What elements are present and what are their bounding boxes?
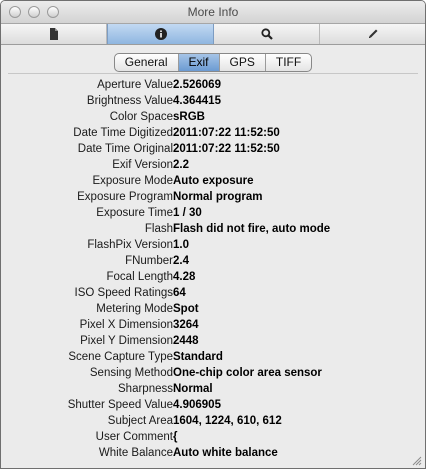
exif-row-value: Normal <box>173 383 213 395</box>
exif-row-value: One-chip color area sensor <box>173 367 322 379</box>
exif-row: Focal Length 4.28 <box>8 269 418 285</box>
exif-row-label: Pixel X Dimension <box>79 319 173 331</box>
exif-row-label: White Balance <box>98 447 173 459</box>
exif-row-value: 4.906905 <box>173 399 221 411</box>
exif-row-label: Color Space <box>109 111 173 123</box>
search-icon <box>260 28 273 40</box>
exif-row-value: 1.0 <box>173 239 189 251</box>
exif-row-label: User Comment <box>95 431 173 443</box>
exif-row: Exposure Time 1 / 30 <box>8 205 418 221</box>
exif-row-value: Standard <box>173 351 223 363</box>
exif-row: Color Space sRGB <box>8 109 418 125</box>
exif-row-value: 2.4 <box>173 255 189 267</box>
exif-row-label: Focal Length <box>106 271 174 283</box>
exif-row: White Balance Auto white balance <box>8 445 418 461</box>
exif-row: Scene Capture Type Standard <box>8 349 418 365</box>
exif-row-value: 64 <box>173 287 186 299</box>
exif-row-label: Shutter Speed Value <box>67 399 173 411</box>
exif-row: FlashPix Version 1.0 <box>8 237 418 253</box>
exif-row: Shutter Speed Value 4.906905 <box>8 397 418 413</box>
exif-row-value: 1604, 1224, 610, 612 <box>173 415 282 427</box>
exif-row: Metering Mode Spot <box>8 301 418 317</box>
exif-row: ISO Speed Ratings 64 <box>8 285 418 301</box>
segment-gps[interactable]: GPS <box>220 54 266 71</box>
exif-row-label: Aperture Value <box>97 79 173 91</box>
exif-row-label: Exposure Time <box>96 207 173 219</box>
toolbar-tab-annotations[interactable] <box>320 24 425 44</box>
exif-row-value: 2448 <box>173 335 199 347</box>
exif-row-label: FlashPix Version <box>87 239 173 251</box>
category-segmented-control-wrap: General Exif GPS TIFF <box>1 53 425 72</box>
exif-row-label: Scene Capture Type <box>68 351 173 363</box>
segment-tiff[interactable]: TIFF <box>266 54 311 71</box>
exif-row: Sensing Method One-chip color area sensor <box>8 365 418 381</box>
exif-row-label: Exif Version <box>112 159 173 171</box>
exif-row: Flash Flash did not fire, auto mode <box>8 221 418 237</box>
inspector-toolbar <box>1 24 425 45</box>
toolbar-tab-keywords[interactable] <box>214 24 320 44</box>
exif-row-label: Flash <box>144 223 173 235</box>
exif-row-label: Metering Mode <box>96 303 173 315</box>
exif-row: Exif Version 2.2 <box>8 157 418 173</box>
exif-row-label: Exposure Program <box>77 191 173 203</box>
exif-row-label: Brightness Value <box>86 95 173 107</box>
exif-row-value: Spot <box>173 303 199 315</box>
exif-row: User Comment{ <box>8 429 418 445</box>
title-bar[interactable]: More Info <box>1 1 425 24</box>
category-segmented-control: General Exif GPS TIFF <box>113 53 313 72</box>
resize-grip-icon[interactable] <box>410 453 422 466</box>
exif-row-label: Date Time Digitized <box>73 127 173 139</box>
segment-exif[interactable]: Exif <box>178 54 220 71</box>
exif-row-value: Normal program <box>173 191 263 203</box>
exif-row-label: Pixel Y Dimension <box>80 335 173 347</box>
document-icon <box>49 28 59 40</box>
exif-row: FNumber 2.4 <box>8 253 418 269</box>
exif-row-label: Date Time Original <box>77 143 173 155</box>
exif-row-value: Flash did not fire, auto mode <box>173 223 331 235</box>
exif-row: Pixel X Dimension 3264 <box>8 317 418 333</box>
exif-row: Brightness Value 4.364415 <box>8 93 418 109</box>
exif-row-value: 4.364415 <box>173 95 221 107</box>
pencil-icon <box>367 28 379 40</box>
exif-row-value: 2.526069 <box>173 79 221 91</box>
exif-row-label: ISO Speed Ratings <box>74 287 173 299</box>
toolbar-tab-info[interactable] <box>107 24 214 44</box>
exif-properties-panel: Aperture Value 2.526069 Brightness Value 4.… <box>8 73 418 467</box>
more-info-window: More Info General Exif GPS TIFF Aperture… <box>0 0 426 469</box>
exif-row-label: Sensing Method <box>89 367 173 379</box>
exif-row-label: Sharpness <box>118 383 173 395</box>
exif-row: Exposure Mode Auto exposure <box>8 173 418 189</box>
exif-row: Subject Area 1604, 1224, 610, 612 <box>8 413 418 429</box>
window-title: More Info <box>187 5 239 19</box>
exif-row-value: 1 / 30 <box>173 207 202 219</box>
exif-row-value: 2011:07:22 11:52:50 <box>173 143 280 155</box>
exif-properties-list: Aperture Value 2.526069 Brightness Value 4.… <box>8 77 418 461</box>
exif-row-value: 2.2 <box>173 159 189 171</box>
exif-row-value: 2011:07:22 11:52:50 <box>173 127 280 139</box>
exif-row-label: Subject Area <box>107 415 173 427</box>
exif-row: Pixel Y Dimension 2448 <box>8 333 418 349</box>
exif-row-label: Exposure Mode <box>92 175 173 187</box>
exif-row-value: Auto exposure <box>173 175 254 187</box>
exif-row-value: { <box>173 431 178 443</box>
exif-row: Sharpness Normal <box>8 381 418 397</box>
exif-row-value: 4.28 <box>173 271 196 283</box>
exif-row: Aperture Value 2.526069 <box>8 77 418 93</box>
exif-row: Date Time Digitized 2011:07:22 11:52:50 <box>8 125 418 141</box>
toolbar-tab-general[interactable] <box>1 24 107 44</box>
exif-row-value: 3264 <box>173 319 199 331</box>
segment-general[interactable]: General <box>115 54 179 71</box>
exif-row-value: sRGB <box>173 111 205 123</box>
info-icon <box>154 28 167 40</box>
exif-row-label: FNumber <box>125 255 173 267</box>
exif-row-value: Auto white balance <box>173 447 278 459</box>
exif-row: Exposure Program Normal program <box>8 189 418 205</box>
exif-row: Date Time Original 2011:07:22 11:52:50 <box>8 141 418 157</box>
